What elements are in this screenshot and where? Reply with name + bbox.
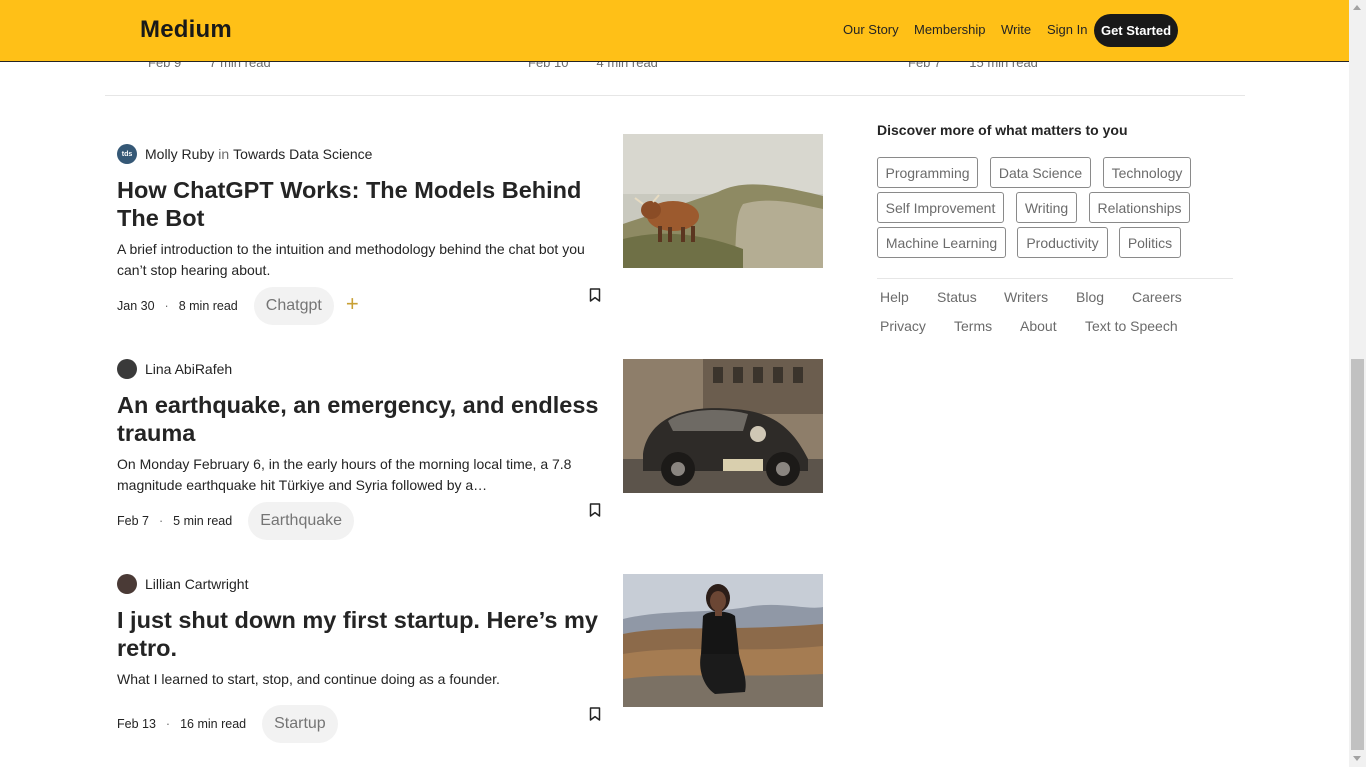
topic-programming[interactable]: Programming [877, 157, 978, 188]
publication-avatar[interactable]: tds [117, 144, 137, 164]
article-thumbnail[interactable] [623, 134, 823, 268]
article-tag[interactable]: Earthquake [248, 502, 355, 540]
article-date: Jan 30 [117, 299, 155, 313]
nav-our-story[interactable]: Our Story [843, 22, 899, 37]
article-title[interactable]: An earthquake, an emergency, and endless… [117, 391, 607, 447]
article-meta: Feb 7 · 5 min read Earthquake [117, 502, 355, 540]
scroll-down-arrow-icon[interactable] [1353, 756, 1361, 761]
separator-dot: · [165, 717, 171, 731]
article-title[interactable]: I just shut down my first startup. Here’… [117, 606, 607, 662]
footer-status[interactable]: Status [937, 289, 977, 305]
top-navbar: Medium Our Story Membership Write Sign I… [0, 0, 1349, 62]
section-divider [105, 95, 1245, 96]
vintage-car-photo [623, 359, 823, 493]
author-avatar[interactable] [117, 359, 137, 379]
footer-privacy[interactable]: Privacy [880, 318, 926, 334]
topic-relationships[interactable]: Relationships [1089, 192, 1190, 223]
article-thumbnail[interactable] [623, 359, 823, 493]
topic-technology[interactable]: Technology [1103, 157, 1191, 188]
footer-blog[interactable]: Blog [1076, 289, 1104, 305]
page-scrollbar[interactable] [1349, 0, 1366, 767]
separator-dot: · [164, 299, 169, 313]
author-name[interactable]: Molly Ruby [145, 146, 214, 162]
nav-write[interactable]: Write [1001, 22, 1031, 37]
nav-membership[interactable]: Membership [914, 22, 986, 37]
topic-data-science[interactable]: Data Science [990, 157, 1091, 188]
article-subtitle[interactable]: What I learned to start, stop, and conti… [117, 669, 607, 690]
article-card: Lina AbiRafeh An earthquake, an emergenc… [117, 359, 823, 559]
woman-on-mountain-photo [623, 574, 823, 707]
sidebar-divider [877, 278, 1233, 279]
topic-machine-learning[interactable]: Machine Learning [877, 227, 1006, 258]
article-card: Lillian Cartwright I just shut down my f… [117, 574, 823, 767]
separator-dot: · [158, 514, 164, 528]
author-name[interactable]: Lina AbiRafeh [145, 361, 232, 377]
medium-logo[interactable]: Medium [140, 16, 232, 44]
article-subtitle[interactable]: On Monday February 6, in the early hours… [117, 454, 607, 496]
article-date: Feb 13 [117, 717, 156, 731]
avatar-text: tds [121, 150, 133, 158]
topic-self-improvement[interactable]: Self Improvement [877, 192, 1004, 223]
article-subtitle[interactable]: A brief introduction to the intuition an… [117, 239, 607, 281]
topic-politics[interactable]: Politics [1119, 227, 1181, 258]
scrollbar-thumb[interactable] [1351, 359, 1364, 750]
article-read-time: 5 min read [173, 514, 233, 528]
article-tag[interactable]: Startup [262, 705, 338, 743]
article-card: tds Molly Ruby in Towards Data Science H… [117, 134, 823, 344]
article-title[interactable]: How ChatGPT Works: The Models Behind The… [117, 176, 607, 232]
topic-productivity[interactable]: Productivity [1017, 227, 1108, 258]
highland-cow-photo [623, 134, 823, 268]
bookmark-icon[interactable] [589, 503, 601, 517]
scroll-up-arrow-icon[interactable] [1353, 5, 1361, 10]
nav-sign-in[interactable]: Sign In [1047, 22, 1087, 37]
article-date: Feb 7 [117, 514, 149, 528]
footer-terms[interactable]: Terms [954, 318, 992, 334]
article-read-time: 16 min read [180, 717, 247, 731]
article-read-time: 8 min read [178, 299, 238, 313]
author-row: tds Molly Ruby in Towards Data Science [117, 144, 372, 164]
article-meta: Jan 30 · 8 min read Chatgpt + [117, 287, 359, 325]
author-row: Lina AbiRafeh [117, 359, 232, 379]
footer-about[interactable]: About [1020, 318, 1057, 334]
publication-name[interactable]: Towards Data Science [233, 146, 372, 162]
get-started-button[interactable]: Get Started [1094, 14, 1178, 47]
footer-writers[interactable]: Writers [1004, 289, 1048, 305]
footer-text-to-speech[interactable]: Text to Speech [1085, 318, 1178, 334]
article-tag[interactable]: Chatgpt [253, 287, 334, 325]
footer-careers[interactable]: Careers [1132, 289, 1182, 305]
footer-help[interactable]: Help [880, 289, 909, 305]
article-meta: Feb 13 · 16 min read Startup [117, 705, 338, 743]
plus-icon[interactable]: + [346, 293, 359, 315]
discover-heading: Discover more of what matters to you [877, 122, 1128, 138]
bookmark-icon[interactable] [589, 707, 601, 721]
author-row: Lillian Cartwright [117, 574, 248, 594]
article-thumbnail[interactable] [623, 574, 823, 707]
topic-writing[interactable]: Writing [1016, 192, 1077, 223]
author-name[interactable]: Lillian Cartwright [145, 576, 248, 592]
author-avatar[interactable] [117, 574, 137, 594]
bookmark-icon[interactable] [589, 288, 601, 302]
in-label: in [218, 146, 230, 162]
